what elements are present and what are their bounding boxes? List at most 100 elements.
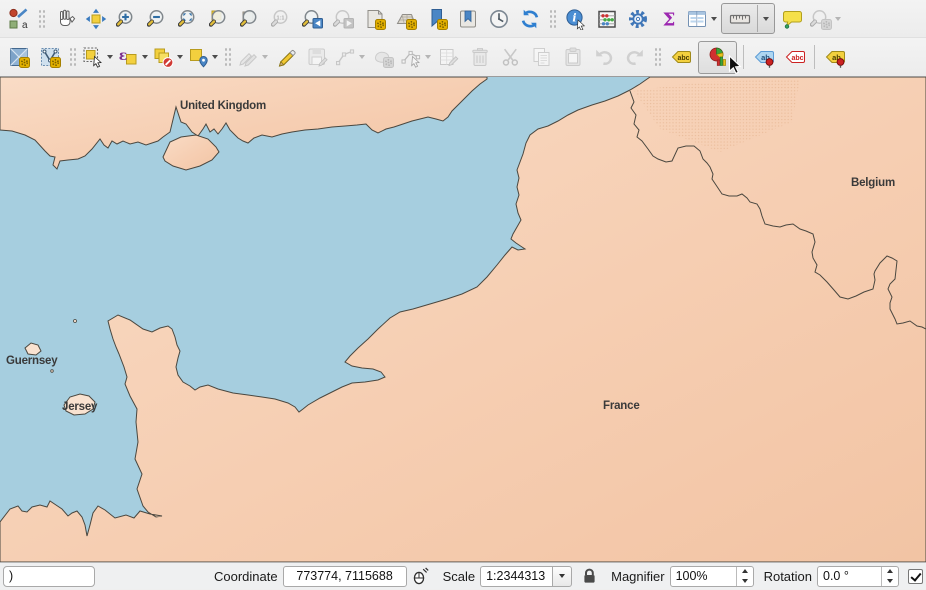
layer-style-shortcuts[interactable]: a	[3, 4, 34, 34]
map-navigation-toolbar: a 1:1 i Σ	[0, 0, 926, 38]
paste-features	[557, 42, 588, 72]
rotation-spinner[interactable]	[881, 567, 898, 586]
locator-input[interactable]	[3, 566, 95, 587]
select-by-expression-dropdown[interactable]	[142, 55, 148, 59]
new-virtual-layer[interactable]	[34, 42, 65, 72]
layer-diagram-options[interactable]	[702, 42, 733, 72]
svg-text:abc: abc	[677, 55, 689, 62]
vertex-tool-dropdown	[425, 55, 431, 59]
coordinate-input[interactable]	[283, 566, 407, 587]
sark-island	[51, 370, 54, 373]
zoom-native: 1:1	[266, 4, 297, 34]
cut-features	[495, 42, 526, 72]
refresh-map[interactable]	[514, 4, 545, 34]
temporal-controller[interactable]	[483, 4, 514, 34]
label-guernsey: Guernsey	[6, 355, 57, 367]
label-united-kingdom: United Kingdom	[180, 100, 266, 112]
run-feature-action[interactable]	[622, 4, 653, 34]
toolbar-grip	[68, 46, 77, 68]
svg-text:a: a	[22, 20, 28, 30]
select-by-value-dropdown[interactable]	[212, 55, 218, 59]
identify-features[interactable]: i	[560, 4, 591, 34]
select-features-dropdown[interactable]	[107, 55, 113, 59]
measure[interactable]	[724, 4, 755, 34]
label-belgium: Belgium	[851, 177, 895, 189]
label-jersey: Jersey	[62, 401, 97, 413]
select-features[interactable]	[80, 42, 115, 72]
run-query-dropdown	[835, 17, 841, 21]
run-query	[808, 4, 843, 34]
scale-label: Scale	[443, 569, 476, 584]
toolbar-grip	[223, 46, 232, 68]
toolbar-grip	[653, 46, 662, 68]
zoom-last[interactable]	[297, 4, 328, 34]
svg-text:Σ: Σ	[662, 9, 675, 30]
highlight-pinned-labels[interactable]: abc	[779, 42, 810, 72]
select-by-expression[interactable]: ε	[115, 42, 150, 72]
current-edits-dropdown	[262, 55, 268, 59]
statistical-summary[interactable]: Σ	[653, 4, 684, 34]
new-geopackage-layer[interactable]	[3, 42, 34, 72]
copy-features	[526, 42, 557, 72]
pan-to-selection[interactable]	[80, 4, 111, 34]
vertex-tool	[398, 42, 433, 72]
save-layer-edits	[301, 42, 332, 72]
map-tips[interactable]	[777, 4, 808, 34]
zoom-full[interactable]	[173, 4, 204, 34]
zoom-in[interactable]	[111, 4, 142, 34]
mouse-tracking-icon[interactable]	[411, 567, 429, 585]
zoom-to-layer[interactable]	[235, 4, 266, 34]
rotation-label: Rotation	[764, 569, 812, 584]
svg-text:1:1: 1:1	[276, 15, 284, 21]
deselect-features[interactable]	[150, 42, 185, 72]
new-map-view[interactable]	[359, 4, 390, 34]
deselect-features-dropdown[interactable]	[177, 55, 183, 59]
lock-scale-icon[interactable]	[582, 568, 597, 584]
svg-text:ε: ε	[119, 48, 128, 64]
modify-attributes	[433, 42, 464, 72]
open-attribute-table-dropdown[interactable]	[711, 17, 717, 21]
select-by-value[interactable]	[185, 42, 220, 72]
toolbar-grip	[37, 8, 46, 30]
zoom-to-selection[interactable]	[204, 4, 235, 34]
status-bar: Coordinate Scale Magnifier Rotation	[0, 562, 926, 589]
open-field-calculator[interactable]	[591, 4, 622, 34]
move-label-diagram[interactable]: ab	[819, 42, 850, 72]
map-svg	[0, 77, 926, 562]
toolbar-separator	[814, 45, 815, 69]
alderney-island	[74, 320, 77, 323]
svg-text:i: i	[572, 11, 576, 24]
svg-text:abc: abc	[791, 55, 803, 62]
qgis-window: a 1:1 i Σ ε abc ab abc ab	[0, 0, 926, 590]
render-checkbox[interactable]	[908, 569, 923, 584]
open-attribute-table[interactable]	[684, 4, 719, 34]
toolbar-separator	[743, 45, 744, 69]
toolbar-grip	[548, 8, 557, 30]
divider	[757, 5, 758, 32]
magnifier-spinner[interactable]	[736, 567, 753, 586]
scale-dropdown-button[interactable]	[552, 566, 572, 587]
pan-map[interactable]	[49, 4, 80, 34]
new-3d-map-view[interactable]	[390, 4, 421, 34]
digitize-segment-dropdown	[359, 55, 365, 59]
label-france: France	[603, 400, 640, 412]
magnifier-label: Magnifier	[611, 569, 664, 584]
layer-diagram-options-hover-group[interactable]	[698, 41, 737, 74]
scale-input[interactable]	[480, 566, 552, 587]
new-spatial-bookmark[interactable]	[421, 4, 452, 34]
show-spatial-bookmarks[interactable]	[452, 4, 483, 34]
measure-dropdown[interactable]	[763, 17, 769, 21]
undo	[588, 42, 619, 72]
redo	[619, 42, 650, 72]
delete-selected	[464, 42, 495, 72]
pin-unpin-labels[interactable]: ab	[748, 42, 779, 72]
current-edits	[235, 42, 270, 72]
toggle-editing[interactable]	[270, 42, 301, 72]
digitizing-label-toolbar: ε abc ab abc ab	[0, 38, 926, 77]
layer-labeling-options[interactable]: abc	[665, 42, 696, 72]
digitize-segment	[332, 42, 367, 72]
zoom-next	[328, 4, 359, 34]
zoom-out[interactable]	[142, 4, 173, 34]
map-canvas[interactable]: United Kingdom Belgium France Guernsey J…	[0, 77, 926, 562]
measure-pressed-group[interactable]	[721, 3, 775, 34]
